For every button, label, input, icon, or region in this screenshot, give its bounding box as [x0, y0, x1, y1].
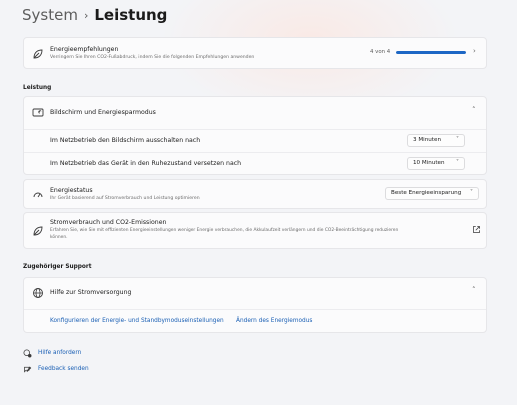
feedback-icon [23, 365, 32, 374]
chevron-right-icon: › [473, 47, 476, 55]
energy-mode-dropdown[interactable]: Beste Energieeinsparung ˅ [385, 187, 479, 200]
screen-off-label: Im Netzbetrieb den Bildschirm ausschalte… [50, 137, 201, 144]
help-link[interactable]: Hilfe anfordern [38, 350, 81, 356]
divider [24, 129, 486, 130]
section-heading-support: Zugehöriger Support [23, 264, 92, 270]
display-sleep-header[interactable]: Bildschirm und Energiesparmodus ˄ [24, 97, 486, 129]
chevron-up-icon: ˄ [472, 286, 476, 294]
breadcrumb-parent[interactable]: System [22, 6, 78, 24]
power-mode-icon [32, 189, 44, 201]
power-help-expander: Hilfe zur Stromversorgung ˄ Konfiguriere… [23, 277, 487, 333]
leaf-icon [32, 225, 44, 237]
leaf-icon [32, 48, 44, 60]
sleep-value: 10 Minuten [413, 160, 445, 166]
link-configure-power-standby[interactable]: Konfigurieren der Energie- und Standbymo… [50, 318, 224, 324]
recommendations-title: Energieempfehlungen [50, 46, 119, 53]
screen-off-dropdown[interactable]: 3 Minuten ˅ [407, 134, 465, 147]
energy-status-card: Energiestatus Ihr Gerät basierend auf St… [23, 179, 487, 209]
progress-fill [396, 51, 466, 54]
screen-off-value: 3 Minuten [413, 137, 441, 143]
chevron-down-icon: ˅ [470, 189, 473, 196]
breadcrumb-current: Leistung [94, 6, 168, 24]
co2-subtitle-line2: können. [50, 235, 68, 240]
monitor-sleep-icon [32, 107, 44, 119]
link-change-power-mode[interactable]: Ändern des Energiemodus [236, 318, 312, 324]
recommendations-subtitle: Verringern Sie Ihren CO2-Fußabdruck, ind… [50, 55, 255, 60]
help-icon [23, 349, 32, 358]
power-help-title: Hilfe zur Stromversorgung [50, 289, 132, 296]
co2-subtitle-line1: Erfahren Sie, wie Sie mit effizienten En… [50, 228, 399, 233]
energy-status-title: Energiestatus [50, 187, 93, 194]
section-heading-leistung: Leistung [23, 85, 52, 91]
chevron-down-icon: ˅ [456, 159, 459, 166]
chevron-down-icon: ˅ [456, 136, 459, 143]
divider [24, 152, 486, 153]
co2-emissions-card[interactable]: Stromverbrauch und CO2-Emissionen Erfahr… [23, 212, 487, 249]
recommendations-progress-bar [396, 51, 466, 54]
recommendations-progress-text: 4 von 4 [370, 49, 391, 55]
energy-mode-value: Beste Energieeinsparung [391, 190, 462, 196]
globe-icon [32, 287, 44, 299]
sleep-label: Im Netzbetrieb das Gerät in den Ruhezust… [50, 160, 242, 167]
feedback-link[interactable]: Feedback senden [38, 366, 89, 372]
chevron-up-icon: ˄ [472, 106, 476, 114]
display-sleep-expander: Bildschirm und Energiesparmodus ˄ Im Net… [23, 96, 487, 175]
sleep-dropdown[interactable]: 10 Minuten ˅ [407, 157, 465, 170]
energy-status-subtitle: Ihr Gerät basierend auf Stromverbrauch u… [50, 196, 200, 201]
external-link-icon [472, 225, 481, 234]
divider [24, 309, 486, 310]
power-help-header[interactable]: Hilfe zur Stromversorgung ˄ [24, 278, 486, 308]
breadcrumb-separator: › [83, 9, 89, 22]
display-sleep-title: Bildschirm und Energiesparmodus [50, 109, 156, 116]
co2-title: Stromverbrauch und CO2-Emissionen [50, 219, 167, 226]
page-title: System › Leistung [22, 6, 167, 24]
